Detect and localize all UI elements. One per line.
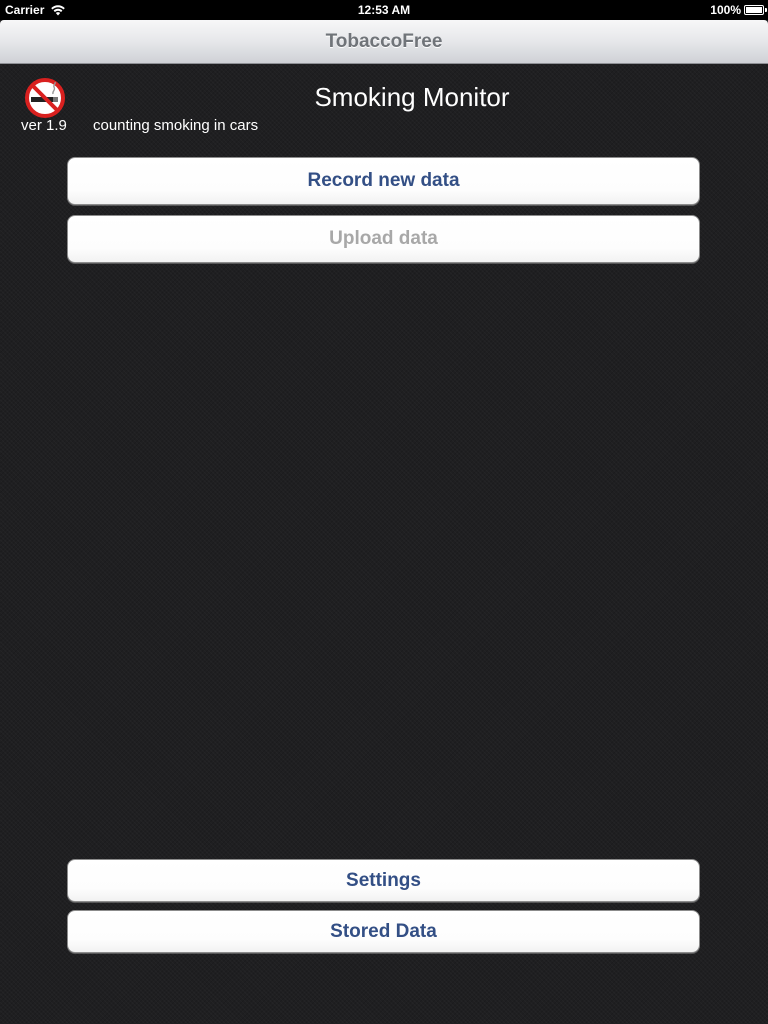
app-subtitle: counting smoking in cars — [93, 117, 259, 134]
status-bar: Carrier 12:53 AM 100% — [0, 0, 768, 20]
no-smoking-icon — [25, 78, 65, 118]
status-time: 12:53 AM — [357, 3, 411, 17]
navigation-bar: TobaccoFree — [0, 20, 768, 64]
settings-button[interactable]: Settings — [67, 859, 700, 902]
upload-data-button[interactable]: Upload data — [67, 215, 700, 263]
status-right: 100% — [710, 3, 767, 17]
battery-percent: 100% — [710, 3, 741, 17]
app-title: Smoking Monitor — [314, 82, 510, 112]
battery-icon — [744, 5, 767, 15]
record-new-data-button[interactable]: Record new data — [67, 157, 700, 205]
nav-title: TobaccoFree — [325, 31, 443, 52]
version-label: ver 1.9 — [21, 117, 67, 134]
stored-data-button[interactable]: Stored Data — [67, 910, 700, 953]
